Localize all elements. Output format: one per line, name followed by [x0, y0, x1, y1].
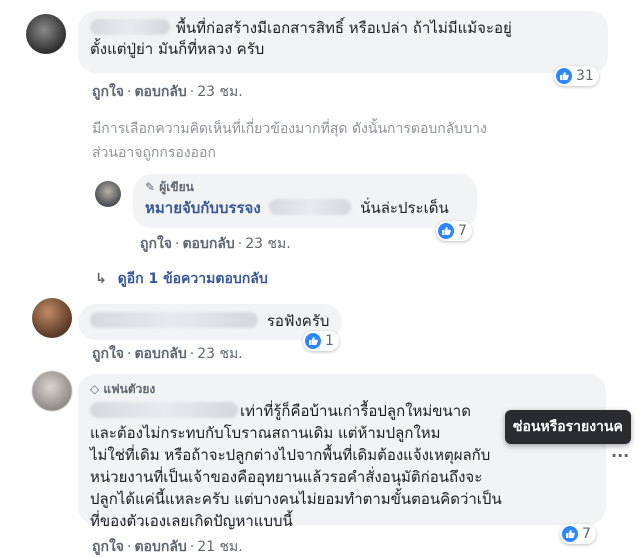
- author-name[interactable]: หมายจับกับบรรจง: [145, 199, 261, 217]
- hide-or-report-tooltip: ซ่อนหรือรายงานค: [505, 410, 631, 444]
- reply-button[interactable]: ตอบกลับ: [134, 346, 186, 362]
- view-more-replies[interactable]: ↳ ดูอีก 1 ข้อความตอบกลับ: [95, 268, 268, 290]
- top-fan-badge: ◇ แฟนตัวยง: [90, 382, 156, 396]
- like-icon: [562, 526, 578, 542]
- commenter-avatar[interactable]: [32, 371, 72, 411]
- reaction-count[interactable]: 31: [554, 66, 599, 86]
- comment-line: ตั้งแต่ปู่ย่า มันก็ที่หลวง ครับ: [90, 40, 265, 58]
- like-icon: [438, 223, 454, 239]
- diamond-icon: ◇: [90, 382, 100, 396]
- timestamp[interactable]: 23 ชม.: [197, 346, 242, 362]
- comment-line: ที่ของตัวเองเลยเกิดปัญหาแบบนี้: [90, 512, 293, 530]
- commenter-avatar[interactable]: [32, 298, 72, 338]
- reply-line: หมายจับกับบรรจง นั่นล่ะประเด็น: [145, 199, 449, 217]
- comment-line: ไม่ใช่ที่เดิม หรือถ้าจะปลูกต่างไปจากพื้น…: [90, 446, 491, 464]
- reply-button[interactable]: ตอบกลับ: [134, 84, 186, 100]
- like-button[interactable]: ถูกใจ: [92, 84, 124, 100]
- reaction-count[interactable]: 7: [560, 524, 596, 544]
- reply-bubble: ✎ ผู้เขียน หมายจับกับบรรจง นั่นล่ะประเด็…: [133, 174, 477, 228]
- timestamp[interactable]: 23 ชม.: [245, 236, 290, 252]
- comment-line: ปลูกได้แค่นี้แหละครับ แต่บางคนไม่ยอมทำตา…: [90, 490, 502, 508]
- reply-button[interactable]: ตอบกลับ: [134, 539, 186, 555]
- comment-bubble: พื้นที่ก่อสร้างมีเอกสารสิทธิ์ หรือเปล่า …: [78, 11, 608, 73]
- reaction-count[interactable]: 7: [436, 221, 472, 241]
- comment-line: พื้นที่ก่อสร้างมีเอกสารสิทธิ์ หรือเปล่า …: [90, 18, 596, 39]
- comment-bubble: ◇ แฟนตัวยง เท่าที่รู้ก็คือบ้านเก่ารื้อปล…: [78, 374, 606, 530]
- commenter-avatar[interactable]: [26, 14, 66, 54]
- like-icon: [305, 333, 321, 349]
- reply-arrow-icon: ↳: [95, 271, 107, 287]
- more-options-button[interactable]: ···: [611, 446, 629, 465]
- blurred-name: [90, 312, 258, 328]
- comment-actions: ถูกใจ · ตอบกลับ · 23 ชม.: [92, 84, 243, 100]
- reaction-count[interactable]: 1: [303, 331, 339, 351]
- like-button[interactable]: ถูกใจ: [140, 236, 172, 252]
- comment-actions: ถูกใจ · ตอบกลับ · 23 ชม.: [92, 346, 243, 362]
- filter-notice: มีการเลือกความคิดเห็นที่เกี่ยวข้องมากที่…: [92, 121, 487, 161]
- like-button[interactable]: ถูกใจ: [92, 346, 124, 362]
- blurred-name: [90, 19, 170, 35]
- like-button[interactable]: ถูกใจ: [92, 539, 124, 555]
- reply-button[interactable]: ตอบกลับ: [182, 236, 234, 252]
- timestamp[interactable]: 21 ชม.: [197, 539, 242, 555]
- blurred-name: [90, 402, 238, 418]
- pencil-icon: ✎: [145, 180, 156, 194]
- author-avatar[interactable]: [95, 181, 121, 207]
- reply-actions: ถูกใจ · ตอบกลับ · 23 ชม.: [140, 236, 291, 252]
- author-badge: ✎ ผู้เขียน: [145, 180, 194, 194]
- timestamp[interactable]: 23 ชม.: [197, 84, 242, 100]
- comment-bubble: รอฟังครับ: [78, 304, 342, 340]
- blurred-name: [269, 199, 352, 215]
- comment-line: หน่วยงานที่เป็นเจ้าของคืออุทยานแล้วรอคำส…: [90, 468, 483, 486]
- like-icon: [556, 68, 572, 84]
